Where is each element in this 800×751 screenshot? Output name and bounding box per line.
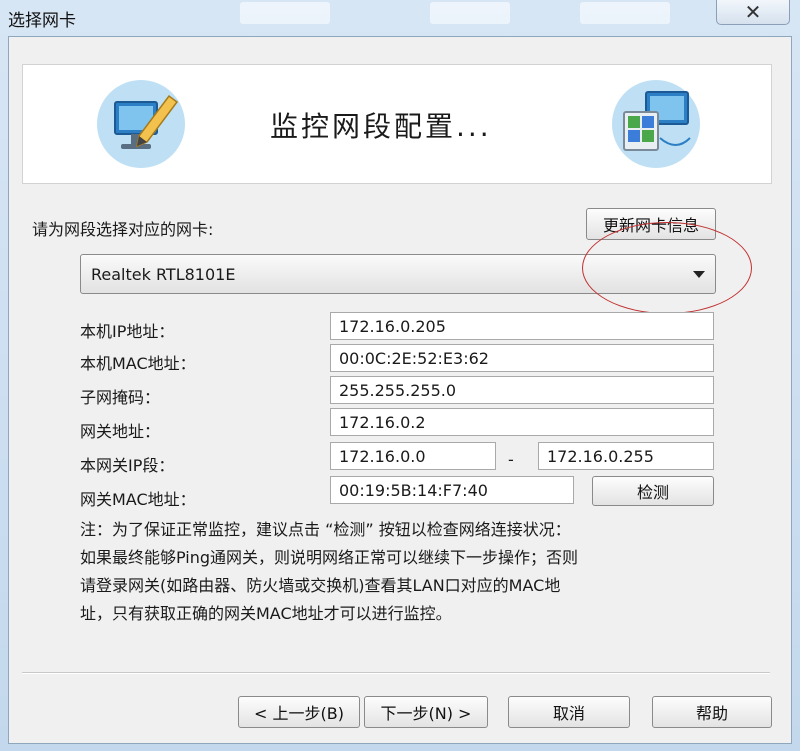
cancel-button[interactable]: 取消 xyxy=(508,696,630,728)
gateway-address-field[interactable]: 172.16.0.2 xyxy=(330,408,714,436)
gateway-segment-label: 本网关IP段： xyxy=(80,456,175,475)
background-tab xyxy=(580,2,670,24)
back-button[interactable]: < 上一步(B) xyxy=(238,696,360,728)
local-mac-field[interactable]: 00:0C:2E:52:E3:62 xyxy=(330,344,714,372)
adapter-select[interactable]: Realtek RTL8101E xyxy=(80,254,716,294)
help-button[interactable]: 帮助 xyxy=(652,696,772,728)
monitor-pencil-icon xyxy=(97,80,185,168)
note-line: 址，只有获取正确的网关MAC地址才可以进行监控。 xyxy=(80,604,452,623)
segment-end-field[interactable]: 172.16.0.255 xyxy=(538,442,714,470)
chevron-down-icon xyxy=(693,271,705,278)
close-icon: ✕ xyxy=(744,0,762,24)
adapter-select-value: Realtek RTL8101E xyxy=(91,265,236,284)
background-tab xyxy=(430,2,510,24)
network-computers-icon xyxy=(612,80,700,168)
subnet-mask-label: 子网掩码： xyxy=(80,388,161,407)
note-line: 请登录网关(如路由器、防火墙或交换机)查看其LAN口对应的MAC地 xyxy=(80,576,561,595)
gateway-address-label: 网关地址： xyxy=(80,422,161,441)
next-button[interactable]: 下一步(N) > xyxy=(364,696,488,728)
gateway-mac-label: 网关MAC地址： xyxy=(80,490,196,509)
background-tab xyxy=(240,2,330,24)
adapter-prompt: 请为网段选择对应的网卡: xyxy=(32,220,214,239)
note-line: 如果最终能够Ping通网关，则说明网络正常可以继续下一步操作；否则 xyxy=(80,548,579,567)
gateway-mac-field[interactable]: 00:19:5B:14:F7:40 xyxy=(330,476,574,504)
detect-button[interactable]: 检测 xyxy=(592,476,714,506)
window-title: 选择网卡 xyxy=(8,11,76,31)
banner-title: 监控网段配置... xyxy=(270,110,492,143)
title-bar[interactable]: 选择网卡 ✕ xyxy=(0,0,800,36)
close-button[interactable]: ✕ xyxy=(716,0,790,25)
local-mac-label: 本机MAC地址： xyxy=(80,354,196,373)
local-ip-field[interactable]: 172.16.0.205 xyxy=(330,312,714,340)
subnet-mask-field[interactable]: 255.255.255.0 xyxy=(330,376,714,404)
segment-start-field[interactable]: 172.16.0.0 xyxy=(330,442,496,470)
note-text: 注：为了保证正常监控，建议点击 “检测” 按钮以检查网络连接状况： 如果最终能够… xyxy=(80,516,760,628)
footer-separator xyxy=(22,672,770,674)
segment-dash: - xyxy=(508,450,514,469)
local-ip-label: 本机IP地址： xyxy=(80,322,175,341)
refresh-adapter-button[interactable]: 更新网卡信息 xyxy=(586,208,716,240)
note-line: 注：为了保证正常监控，建议点击 “检测” 按钮以检查网络连接状况： xyxy=(80,520,571,539)
